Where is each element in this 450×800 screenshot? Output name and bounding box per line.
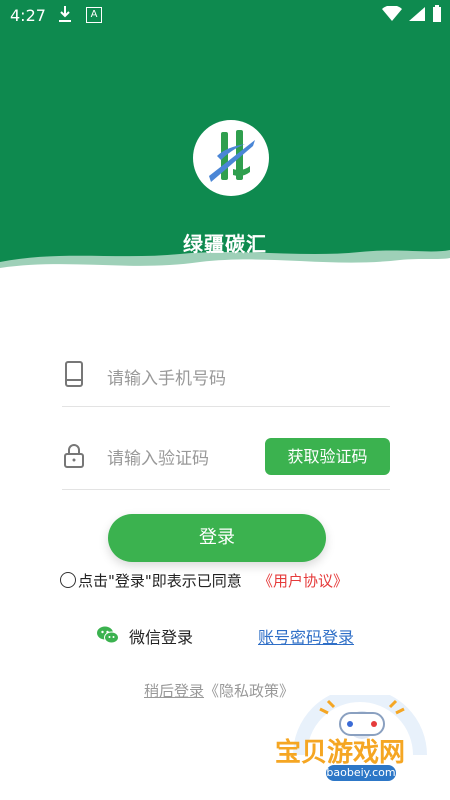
phone-placeholder: 请输入手机号码 xyxy=(107,369,226,389)
header: 4:27 A 绿疆碳汇 xyxy=(0,0,450,275)
wechat-icon xyxy=(96,624,120,646)
phone-icon xyxy=(62,360,86,388)
accessibility-icon: A xyxy=(86,7,102,23)
user-agreement-link[interactable]: 《用户协议》 xyxy=(258,570,348,591)
download-icon xyxy=(58,5,72,27)
code-placeholder: 请输入验证码 xyxy=(107,449,209,469)
status-right xyxy=(382,5,442,23)
signal-icon xyxy=(409,7,425,21)
agreement-text: 点击"登录"即表示已同意 xyxy=(78,572,242,590)
phone-field[interactable]: 请输入手机号码 xyxy=(62,360,390,407)
agreement-row: 点击"登录"即表示已同意 《用户协议》 xyxy=(60,570,400,592)
login-later-link[interactable]: 稍后登录 xyxy=(144,682,204,700)
get-code-button[interactable]: 获取验证码 xyxy=(265,438,390,475)
wifi-icon xyxy=(382,6,402,21)
lock-icon xyxy=(62,442,86,470)
battery-icon xyxy=(433,5,441,22)
status-time: 4:27 xyxy=(10,6,46,25)
header-wave xyxy=(0,250,450,275)
password-login-link[interactable]: 账号密码登录 xyxy=(258,624,354,648)
watermark-brand: 宝贝游戏网 xyxy=(275,738,406,768)
wechat-login[interactable]: 微信登录 xyxy=(96,624,216,647)
watermark-url: baobeiy.com xyxy=(326,765,396,781)
agreement-radio[interactable] xyxy=(60,572,76,588)
app-logo-icon xyxy=(193,120,269,196)
wechat-login-label: 微信登录 xyxy=(129,628,194,647)
status-bar: 4:27 A xyxy=(0,0,450,32)
login-button[interactable]: 登录 xyxy=(108,514,326,562)
